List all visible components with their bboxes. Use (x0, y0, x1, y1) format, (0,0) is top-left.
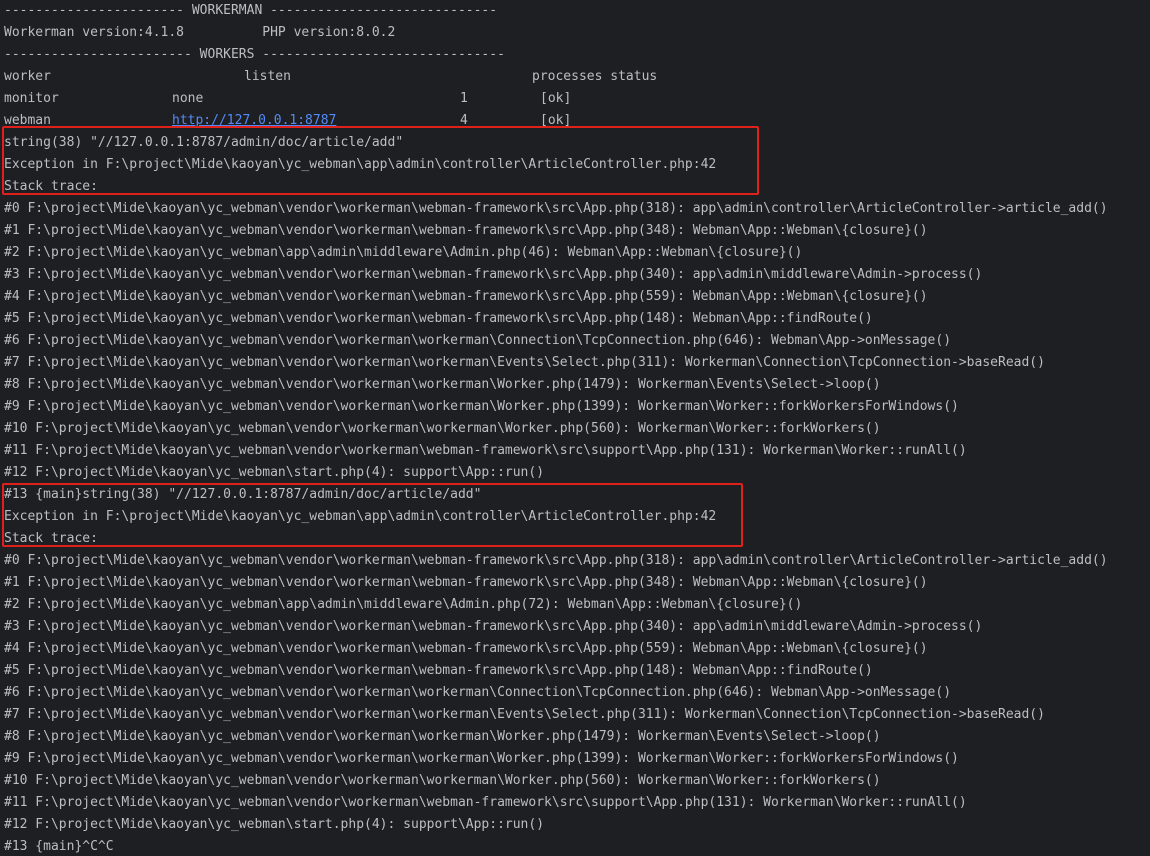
trace-line: #5 F:\project\Mide\kaoyan\yc_webman\vend… (4, 311, 873, 326)
terminal-output[interactable]: ----------------------- WORKERMAN ------… (0, 0, 1150, 856)
trace-line: #3 F:\project\Mide\kaoyan\yc_webman\vend… (4, 619, 983, 634)
worker-processes: 4 (460, 113, 468, 128)
worker-processes: 1 (460, 91, 468, 106)
trace-line: #12 F:\project\Mide\kaoyan\yc_webman\sta… (4, 817, 545, 832)
trace-line: #6 F:\project\Mide\kaoyan\yc_webman\vend… (4, 685, 952, 700)
trace-line: #10 F:\project\Mide\kaoyan\yc_webman\ven… (4, 421, 881, 436)
trace-line: #7 F:\project\Mide\kaoyan\yc_webman\vend… (4, 355, 1045, 370)
stack-trace-label: Stack trace: (4, 531, 98, 546)
column-listen: listen (244, 69, 291, 84)
stack-trace-label: Stack trace: (4, 179, 98, 194)
trace-line: #7 F:\project\Mide\kaoyan\yc_webman\vend… (4, 707, 1045, 722)
workerman-banner: ----------------------- WORKERMAN ------… (4, 3, 498, 18)
exception-line: Exception in F:\project\Mide\kaoyan\yc_w… (4, 509, 717, 524)
last-line: #13 {main}^C^C (4, 839, 114, 854)
workers-table-header: worker listen processes status (4, 66, 1150, 88)
version-info: Workerman version:4.1.8 PHP version:8.0.… (4, 25, 396, 40)
trace-line: #9 F:\project\Mide\kaoyan\yc_webman\vend… (4, 399, 959, 414)
trace-line: #4 F:\project\Mide\kaoyan\yc_webman\vend… (4, 641, 928, 656)
trace-line: #6 F:\project\Mide\kaoyan\yc_webman\vend… (4, 333, 952, 348)
worker-row-webman: webman http://127.0.0.1:8787 4 [ok] (4, 110, 1150, 132)
trace-line: #8 F:\project\Mide\kaoyan\yc_webman\vend… (4, 729, 881, 744)
worker-name: webman (4, 113, 51, 128)
trace-line: #10 F:\project\Mide\kaoyan\yc_webman\ven… (4, 773, 881, 788)
worker-name: monitor (4, 91, 59, 106)
trace-line: #0 F:\project\Mide\kaoyan\yc_webman\vend… (4, 553, 1108, 568)
trace-line: #2 F:\project\Mide\kaoyan\yc_webman\app\… (4, 597, 803, 612)
trace-line: #1 F:\project\Mide\kaoyan\yc_webman\vend… (4, 223, 928, 238)
trace-line: #4 F:\project\Mide\kaoyan\yc_webman\vend… (4, 289, 928, 304)
trace-line: #1 F:\project\Mide\kaoyan\yc_webman\vend… (4, 575, 928, 590)
worker-status: [ok] (540, 91, 572, 106)
trace-line: #0 F:\project\Mide\kaoyan\yc_webman\vend… (4, 201, 1108, 216)
dump-string: string(38) "//127.0.0.1:8787/admin/doc/a… (4, 135, 404, 150)
dump-string: #13 {main}string(38) "//127.0.0.1:8787/a… (4, 487, 482, 502)
worker-row-monitor: monitor none 1 [ok] (4, 88, 1150, 110)
trace-line: #11 F:\project\Mide\kaoyan\yc_webman\ven… (4, 443, 967, 458)
listen-url-link[interactable]: http://127.0.0.1:8787 (172, 113, 336, 128)
trace-line: #9 F:\project\Mide\kaoyan\yc_webman\vend… (4, 751, 959, 766)
trace-line: #5 F:\project\Mide\kaoyan\yc_webman\vend… (4, 663, 873, 678)
worker-listen: none (172, 91, 204, 106)
trace-line: #11 F:\project\Mide\kaoyan\yc_webman\ven… (4, 795, 967, 810)
exception-line: Exception in F:\project\Mide\kaoyan\yc_w… (4, 157, 717, 172)
column-processes-status: processes status (532, 69, 658, 84)
trace-line: #2 F:\project\Mide\kaoyan\yc_webman\app\… (4, 245, 803, 260)
workers-banner: ------------------------ WORKERS -------… (4, 47, 505, 62)
trace-line: #3 F:\project\Mide\kaoyan\yc_webman\vend… (4, 267, 983, 282)
trace-line: #12 F:\project\Mide\kaoyan\yc_webman\sta… (4, 465, 545, 480)
trace-line: #8 F:\project\Mide\kaoyan\yc_webman\vend… (4, 377, 881, 392)
worker-status: [ok] (540, 113, 572, 128)
column-worker: worker (4, 69, 51, 84)
